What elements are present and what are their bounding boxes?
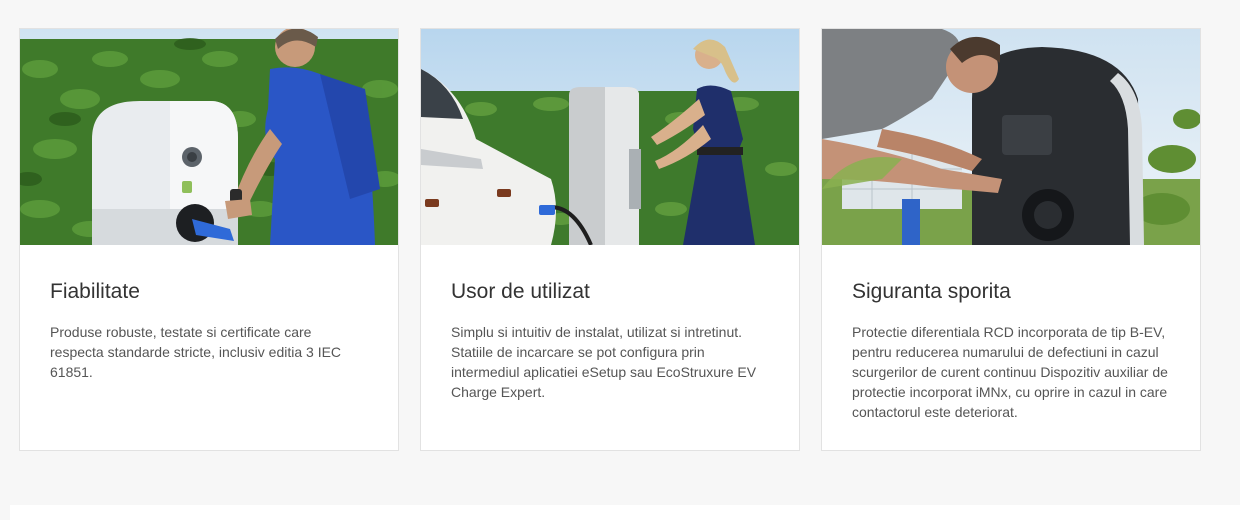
card-description: Produse robuste, testate si certificate … [50, 324, 342, 380]
card-description: Protectie diferentiala RCD incorporata d… [852, 324, 1168, 420]
feature-cards: Fiabilitate Produse robuste, testate si … [19, 28, 1201, 451]
card-title: Usor de utilizat [451, 280, 590, 303]
card-title: Siguranta sporita [852, 280, 1011, 303]
card-photo-woman-charging [421, 29, 799, 245]
feature-card-ease-of-use: Usor de utilizat Simplu si intuitiv de i… [420, 28, 800, 451]
feature-card-reliability: Fiabilitate Produse robuste, testate si … [19, 28, 399, 451]
card-title: Fiabilitate [50, 280, 140, 303]
card-photo-man-charging [20, 29, 398, 245]
card-body: Siguranta sporita Protectie diferentiala… [822, 245, 1200, 442]
card-description: Simplu si intuitiv de instalat, utilizat… [451, 324, 757, 400]
next-section-edge [10, 505, 1240, 520]
card-photo-technician [822, 29, 1200, 245]
card-body: Fiabilitate Produse robuste, testate si … [20, 245, 398, 402]
card-body: Usor de utilizat Simplu si intuitiv de i… [421, 245, 799, 422]
feature-card-safety: Siguranta sporita Protectie diferentiala… [821, 28, 1201, 451]
